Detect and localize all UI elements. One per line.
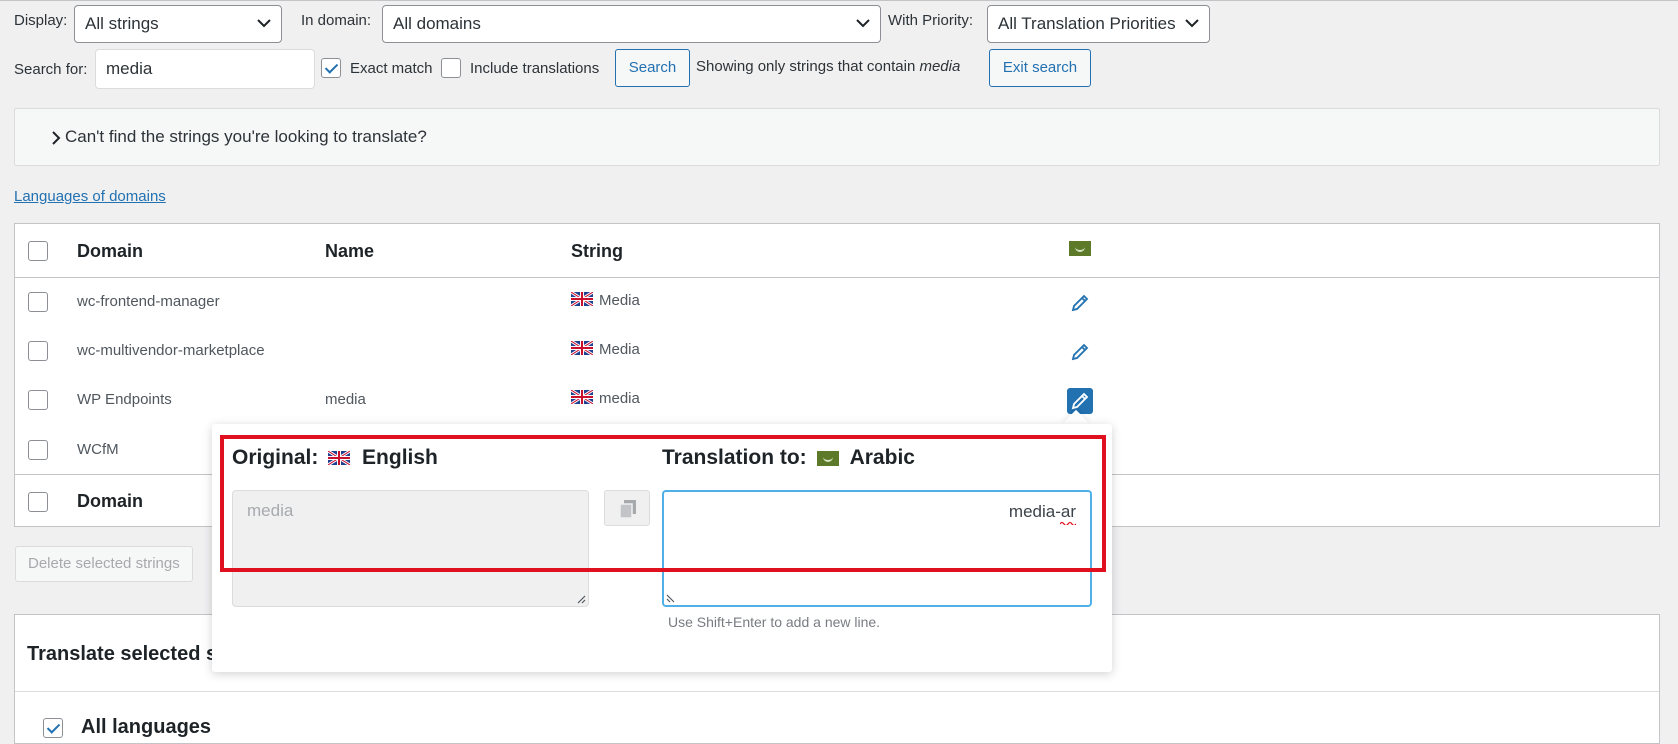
highlight-box <box>220 435 1106 572</box>
translate-selected-title: Translate selected s <box>27 643 218 665</box>
row-domain: wc-multivendor-marketplace <box>77 342 265 359</box>
row-string: Media <box>571 341 640 358</box>
header-divider <box>15 277 1659 278</box>
priority-select-value: All Translation Priorities <box>998 14 1176 33</box>
all-languages-checkbox[interactable] <box>43 718 63 738</box>
all-languages-label: All languages <box>81 716 212 738</box>
edit-translation-pencil-icon[interactable] <box>1069 292 1091 314</box>
resize-grip-icon[interactable] <box>666 591 678 603</box>
row-name: media <box>325 391 366 408</box>
include-translations-checkbox[interactable] <box>441 58 461 78</box>
priority-label: With Priority: <box>888 12 974 29</box>
row-checkbox[interactable] <box>28 440 48 460</box>
row-domain: wc-frontend-manager <box>77 293 220 310</box>
search-status-prefix: Showing only strings that contain <box>696 58 916 75</box>
edit-translation-pencil-icon[interactable] <box>1069 341 1091 363</box>
uk-flag-icon <box>571 390 593 404</box>
priority-select[interactable]: All Translation Priorities <box>987 5 1210 43</box>
top-border <box>0 0 1678 1</box>
display-select-value: All strings <box>85 14 159 33</box>
exact-match-label: Exact match <box>350 60 433 77</box>
panel-divider <box>15 691 1659 692</box>
select-all-checkbox-footer[interactable] <box>28 492 48 512</box>
chevron-down-icon <box>1185 19 1199 28</box>
search-status-term: media <box>919 58 961 75</box>
chevron-right-icon <box>52 131 61 145</box>
column-footer-domain[interactable]: Domain <box>77 491 143 512</box>
uk-flag-icon <box>571 341 593 355</box>
arabic-flag-icon <box>1069 241 1091 258</box>
languages-of-domains-link[interactable]: Languages of domains <box>14 188 166 205</box>
column-header-domain[interactable]: Domain <box>77 241 143 262</box>
search-label: Search for: <box>14 61 88 78</box>
search-button[interactable]: Search <box>615 49 690 87</box>
row-string-text: Media <box>599 341 640 358</box>
include-translations-label: Include translations <box>470 60 600 77</box>
search-status-text: Showing only strings that contain media <box>696 58 960 75</box>
row-string-text: media <box>599 390 640 407</box>
select-all-checkbox[interactable] <box>28 241 48 261</box>
chevron-down-icon <box>856 19 870 28</box>
domain-select[interactable]: All domains <box>382 5 881 43</box>
exit-search-button[interactable]: Exit search <box>989 49 1091 87</box>
row-string: media <box>571 390 640 407</box>
domain-label: In domain: <box>301 12 372 29</box>
uk-flag-icon <box>571 292 593 306</box>
row-string: Media <box>571 292 640 309</box>
column-header-string[interactable]: String <box>571 241 623 262</box>
delete-selected-strings-button[interactable]: Delete selected strings <box>15 546 193 582</box>
display-label: Display: <box>14 12 68 29</box>
row-checkbox[interactable] <box>28 292 48 312</box>
row-checkbox[interactable] <box>28 390 48 410</box>
notice-text: Can't find the strings you're looking to… <box>65 127 427 146</box>
search-input[interactable]: media <box>95 49 315 89</box>
display-select[interactable]: All strings <box>74 5 282 43</box>
edit-translation-pencil-icon-active[interactable] <box>1067 388 1093 414</box>
row-string-text: Media <box>599 292 640 309</box>
cant-find-strings-notice[interactable]: Can't find the strings you're looking to… <box>14 108 1660 166</box>
new-line-hint: Use Shift+Enter to add a new line. <box>668 614 881 630</box>
row-domain: WP Endpoints <box>77 391 172 408</box>
row-domain: WCfM <box>77 441 119 458</box>
chevron-down-icon <box>257 19 271 28</box>
resize-grip-icon[interactable] <box>574 592 586 604</box>
row-checkbox[interactable] <box>28 341 48 361</box>
domain-select-value: All domains <box>393 14 481 33</box>
exact-match-checkbox[interactable] <box>321 58 341 78</box>
column-header-name[interactable]: Name <box>325 241 374 262</box>
